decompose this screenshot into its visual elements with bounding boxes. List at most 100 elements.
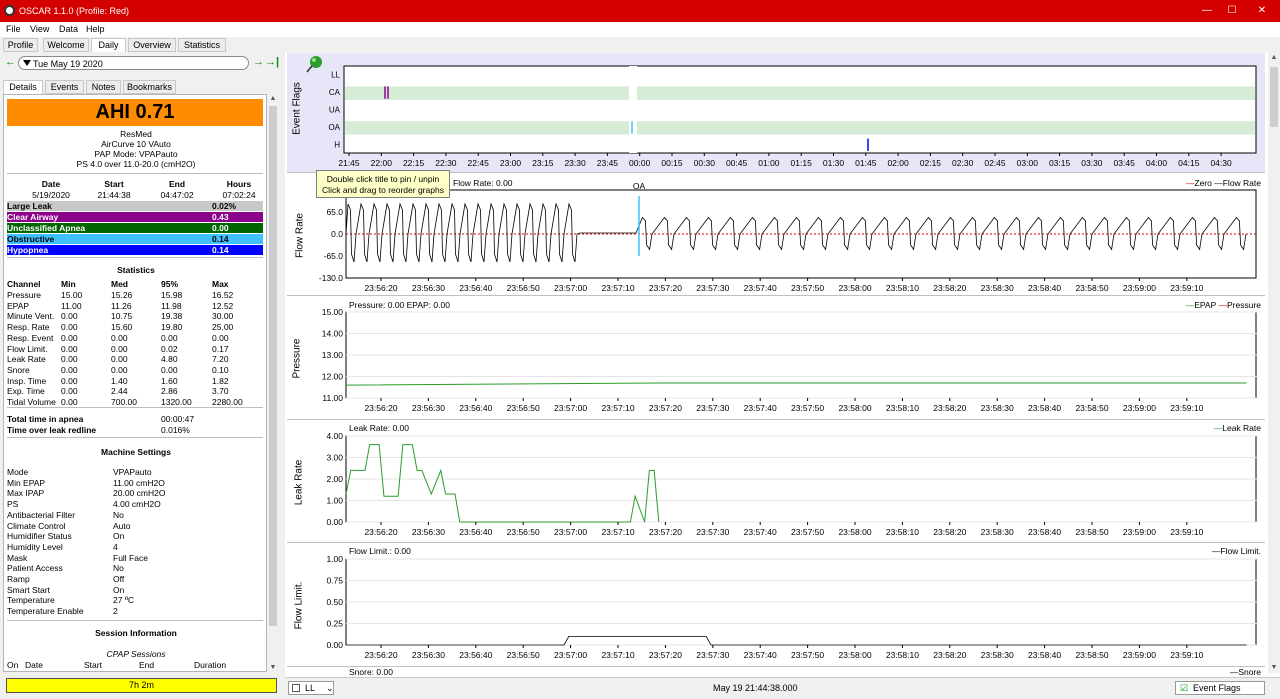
maximize-button[interactable]: ☐ <box>1220 4 1244 18</box>
graph-area: Event Flags LL CA UA OA H 21:45 22:00 22:15 22:3… <box>285 53 1280 699</box>
flag-row-label: LL <box>331 71 340 80</box>
setting-label: PS <box>7 499 19 510</box>
setting-value: 4.00 cmH2O <box>113 499 161 510</box>
x-tick-label: 23:57:20 <box>649 403 682 413</box>
x-tick-label: 23:58:10 <box>886 650 919 660</box>
event-flags-panel[interactable]: Event Flags LL CA UA OA H 21:45 22:00 22:15 22:3… <box>287 53 1265 173</box>
y-tick-label: 15.00 <box>322 307 344 317</box>
x-tick-label: 22:30 <box>435 158 457 168</box>
stats-value: 7.20 <box>212 354 229 365</box>
setting-label: Antibacterial Filter <box>7 509 76 520</box>
setting-value: On <box>113 531 125 542</box>
x-tick-label: 23:56:50 <box>507 527 540 537</box>
stats-channel: Leak Rate <box>7 354 46 365</box>
dropdown-arrow-icon <box>23 60 31 66</box>
minimize-button[interactable]: — <box>1195 4 1219 18</box>
close-button[interactable]: ✕ <box>1250 4 1274 18</box>
prev-day-arrow-icon[interactable]: ← <box>5 56 16 68</box>
y-tick-label: -65.0 <box>324 251 344 261</box>
event-row: Hypopnea 0.14 <box>7 245 263 255</box>
stats-value: 15.26 <box>111 290 133 300</box>
x-tick-label: 23:57:10 <box>601 650 634 660</box>
x-tick-label: 23:57:40 <box>744 403 777 413</box>
layout-select[interactable]: LL ⌄ <box>288 681 334 695</box>
total-value: 0.016% <box>161 425 190 435</box>
stats-value: 0.00 <box>161 364 178 375</box>
tab-overview[interactable]: Overview <box>128 38 176 52</box>
subtab-notes[interactable]: Notes <box>86 80 121 94</box>
scroll-thumb[interactable] <box>269 106 277 626</box>
date-picker[interactable]: Tue May 19 2020 <box>18 56 249 70</box>
x-tick-label: 23:57:30 <box>696 403 729 413</box>
menu-data[interactable]: Data <box>59 24 78 34</box>
scroll-down-icon[interactable]: ▼ <box>1268 663 1280 672</box>
subtab-events[interactable]: Events <box>45 80 84 94</box>
scroll-thumb[interactable] <box>1270 67 1278 127</box>
x-tick-label: 22:45 <box>468 158 490 168</box>
leak-rate-panel[interactable]: Leak Rate Leak Rate: 0.00 —Leak Rate 4.0… <box>287 421 1265 543</box>
stats-value: 0.00 <box>61 375 78 386</box>
x-tick-label: 23:57:40 <box>744 650 777 660</box>
cpap-sessions-subtitle: CPAP Sessions <box>106 649 166 659</box>
x-tick-label: 23:58:00 <box>838 527 871 537</box>
event-flags-toggle[interactable]: ☑ Event Flags <box>1175 681 1265 695</box>
setting-label: Climate Control <box>7 520 66 531</box>
snore-readout: Snore: 0.00 <box>349 667 393 677</box>
x-tick-label: 23:58:00 <box>838 403 871 413</box>
menu-view[interactable]: View <box>30 24 49 34</box>
setting-label: Smart Start <box>7 584 50 595</box>
menu-help[interactable]: Help <box>86 24 105 34</box>
setting-value: 11.00 cmH2O <box>113 477 165 488</box>
scroll-down-icon[interactable]: ▼ <box>268 663 278 672</box>
total-label: Total time in apnea <box>7 414 84 424</box>
tab-daily[interactable]: Daily <box>91 38 126 52</box>
pressure-panel[interactable]: Pressure Pressure: 0.00 EPAP: 0.00 —EPAP… <box>287 297 1265 420</box>
setting-value: No <box>113 509 124 520</box>
event-name: Unclassified Apnea <box>7 223 86 233</box>
x-tick-label: 23:57:20 <box>649 650 682 660</box>
event-flags-label: Event Flags <box>1193 683 1241 693</box>
scroll-up-icon[interactable]: ▲ <box>268 94 278 103</box>
tab-statistics[interactable]: Statistics <box>178 38 226 52</box>
stats-value: 1.60 <box>161 375 178 386</box>
stats-channel: Insp. Time <box>7 375 47 386</box>
flag-row-label: CA <box>329 88 341 97</box>
x-tick-label: 22:15 <box>403 158 425 168</box>
y-tick-label: 1.00 <box>326 496 343 506</box>
divider <box>7 257 263 258</box>
tab-profile[interactable]: Profile <box>3 38 38 52</box>
x-tick-label: 23:58:10 <box>886 283 919 293</box>
x-tick-label: 23:57:30 <box>696 527 729 537</box>
x-tick-label: 23:56:50 <box>507 650 540 660</box>
event-value: 0.43 <box>212 212 229 222</box>
leak-rate-chart[interactable]: 4.00 3.00 2.00 1.00 0.00 23:56:20 23:56:30 23:5… <box>287 421 1265 543</box>
pressure-chart[interactable]: 15.00 14.00 13.00 12.00 11.00 23:56:20 23:56:3… <box>287 297 1265 420</box>
menu-file[interactable]: File <box>6 24 21 34</box>
scroll-up-icon[interactable]: ▲ <box>1268 53 1280 62</box>
subtab-bookmarks[interactable]: Bookmarks <box>123 80 176 94</box>
subtab-details[interactable]: Details <box>3 80 43 94</box>
event-flags-chart[interactable]: LL CA UA OA H 21:45 22:00 22:15 22:30 22:45 23:00 2… <box>287 53 1265 173</box>
tab-welcome[interactable]: Welcome <box>43 38 89 52</box>
setting-value: No <box>113 563 124 574</box>
setting-label: Temperature Enable <box>7 606 84 617</box>
y-tick-label: 3.00 <box>326 453 343 463</box>
x-tick-label: 23:57:50 <box>791 283 824 293</box>
flow-limit-panel[interactable]: Flow Limit. Flow Limit.: 0.00 —Flow Limi… <box>287 544 1265 667</box>
x-tick-label: 23:58:20 <box>933 403 966 413</box>
stats-value: 0.00 <box>61 364 78 375</box>
stats-channel: Flow Limit. <box>7 343 48 354</box>
flow-limit-chart[interactable]: 1.00 0.75 0.50 0.25 0.00 23:56:20 23:56:30 23:5… <box>287 544 1265 667</box>
next-day-arrow-icon[interactable]: → <box>253 56 264 68</box>
event-row: Clear Airway 0.43 <box>7 212 263 222</box>
tooltip-line2: Click and drag to reorder graphs <box>322 185 444 195</box>
y-tick-label: 14.00 <box>322 329 344 339</box>
stats-header: Min <box>61 279 76 289</box>
last-day-arrow-icon[interactable]: →| <box>265 56 279 68</box>
graph-scrollbar[interactable]: ▲ ▼ <box>1268 53 1280 673</box>
x-tick-label: 23:57:10 <box>601 527 634 537</box>
sessions-col-header: End <box>139 660 155 670</box>
details-scrollbar[interactable]: ▲ ▼ <box>268 94 278 672</box>
flag-row-label: UA <box>329 106 341 115</box>
legend-snore: Snore <box>1238 667 1261 677</box>
